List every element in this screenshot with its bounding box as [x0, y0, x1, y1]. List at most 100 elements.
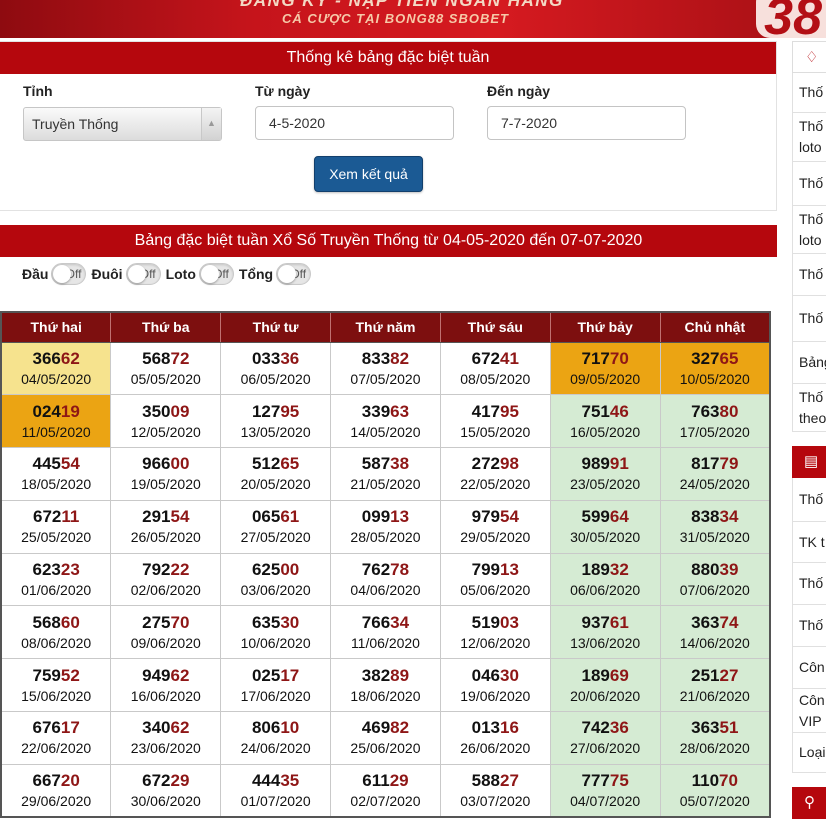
table-row: 56860 08/06/2020 27570 09/06/2020 63530 10/06…	[0, 605, 771, 660]
sidebar-link[interactable]: Thố theo	[792, 384, 826, 432]
toggle-duoi[interactable]: Off	[125, 263, 161, 285]
sidebar-link[interactable]: Thố	[792, 563, 826, 605]
special-number: 27570	[111, 613, 220, 633]
number-head: 672	[32, 507, 62, 527]
sidebar-link[interactable]: Thố	[792, 162, 826, 206]
number-tail: 78	[390, 560, 410, 580]
draw-date: 11/05/2020	[21, 423, 91, 440]
view-results-button[interactable]: Xem kết quả	[314, 156, 423, 192]
col-header-friday: Thứ sáu	[440, 312, 551, 343]
sidebar-link[interactable]: Thố	[792, 605, 826, 647]
to-date-input[interactable]	[487, 106, 686, 140]
table-row: 75952 15/06/2020 94962 16/06/2020 02517 17/06…	[0, 658, 771, 713]
special-number: 46982	[331, 718, 440, 738]
sidebar-link[interactable]: Thố loto	[792, 206, 826, 254]
number-head: 275	[142, 612, 171, 632]
special-number: 35009	[111, 402, 220, 422]
draw-date: 01/06/2020	[21, 582, 92, 599]
sidebar-link-label: Thố	[799, 266, 824, 282]
number-head: 099	[361, 507, 391, 527]
number-tail: 91	[609, 454, 629, 474]
special-number: 51265	[221, 454, 330, 474]
number-head: 382	[361, 665, 391, 685]
sidebar-head-search: ⚲	[792, 787, 826, 819]
special-number: 56872	[111, 349, 220, 369]
special-number: 03336	[221, 349, 330, 369]
special-number: 32765	[661, 349, 769, 369]
special-number: 79913	[441, 560, 550, 580]
draw-date: 06/06/2020	[570, 582, 641, 599]
number-tail: 62	[60, 348, 80, 368]
diamond-icon: ♢	[805, 49, 819, 66]
sidebar-link[interactable]: Thố	[792, 73, 826, 113]
special-number: 79222	[111, 560, 220, 580]
number-tail: 16	[500, 718, 519, 738]
toggle-dau[interactable]: Off	[51, 263, 87, 285]
special-number: 75952	[2, 666, 110, 686]
chevron-down-icon[interactable]: ▲	[201, 108, 221, 140]
sidebar-link[interactable]: Côn	[792, 647, 826, 689]
special-number: 61129	[331, 771, 440, 791]
sidebar-link[interactable]: Thố	[792, 478, 826, 522]
number-head: 189	[581, 665, 610, 685]
special-number: 02517	[221, 666, 330, 686]
special-number: 29154	[111, 507, 220, 527]
sidebar-link[interactable]: Bảng	[792, 342, 826, 384]
number-tail: 63	[390, 401, 410, 421]
draw-date: 24/05/2020	[679, 476, 750, 493]
result-cell: 02419 11/05/2020	[0, 394, 112, 449]
draw-date: 04/05/2020	[21, 370, 92, 387]
draw-date: 19/05/2020	[130, 476, 201, 493]
number-tail: 69	[609, 665, 629, 685]
from-date-input[interactable]	[255, 106, 454, 140]
number-head: 366	[32, 348, 61, 368]
sidebar-link[interactable]: Thố loto	[792, 113, 826, 162]
number-tail: 54	[170, 507, 190, 527]
draw-date: 03/06/2020	[240, 582, 311, 599]
sidebar-link[interactable]: Loại	[792, 733, 826, 773]
number-head: 444	[251, 771, 281, 791]
draw-date: 23/06/2020	[130, 740, 201, 757]
draw-date: 18/06/2020	[350, 687, 421, 704]
sidebar-link[interactable]: Thố	[792, 296, 826, 342]
number-head: 272	[471, 454, 501, 474]
draw-date: 07/05/2020	[350, 370, 421, 387]
filter-panel-title: Thống kê bảng đặc biệt tuần	[0, 42, 776, 74]
sidebar-link[interactable]: TK t	[792, 522, 826, 563]
result-cell: 09913 28/05/2020	[330, 499, 441, 554]
special-number: 77775	[551, 771, 660, 791]
number-tail: 22	[170, 560, 190, 580]
toggle-tong[interactable]: Off	[276, 263, 312, 285]
province-select[interactable]: Truyền Thống ▲	[23, 107, 222, 141]
sidebar-link[interactable]: Côn VIP	[792, 689, 826, 733]
draw-date: 31/05/2020	[679, 529, 750, 546]
result-cell: 04630 19/06/2020	[439, 658, 551, 713]
results-table-body: 36662 04/05/2020 56872 05/05/2020 03336 06/05…	[0, 341, 771, 818]
draw-date: 12/06/2020	[460, 634, 531, 651]
sidebar-link[interactable]: Thố	[792, 254, 826, 296]
special-number: 59964	[551, 507, 660, 527]
result-cell: 51903 12/06/2020	[439, 605, 551, 660]
special-number: 11070	[661, 771, 769, 791]
number-tail: 30	[500, 665, 519, 685]
result-cell: 06561 27/05/2020	[220, 499, 332, 554]
result-cell: 96600 19/05/2020	[110, 447, 222, 501]
number-head: 363	[691, 718, 720, 738]
number-head: 587	[361, 454, 391, 474]
special-number: 09913	[331, 507, 440, 527]
toggle-loto[interactable]: Off	[198, 263, 234, 285]
result-cell: 32765 10/05/2020	[659, 341, 771, 396]
top-banner[interactable]: ĐĂNG KÝ - NẠP TIỀN NGÂN HÀNG CÁ CƯỢC TẠI…	[0, 0, 826, 38]
number-head: 979	[471, 507, 501, 527]
number-tail: 17	[60, 718, 80, 738]
result-cell: 67617 22/06/2020	[0, 711, 112, 765]
draw-date: 15/06/2020	[21, 687, 92, 704]
sidebar-link-label: Thố	[799, 310, 824, 326]
draw-date: 19/06/2020	[460, 687, 531, 704]
number-head: 189	[581, 560, 610, 580]
draw-date: 22/06/2020	[21, 740, 92, 757]
special-number: 75146	[551, 402, 660, 422]
number-head: 327	[691, 348, 720, 368]
draw-date: 27/06/2020	[570, 740, 641, 757]
number-head: 672	[142, 771, 171, 791]
